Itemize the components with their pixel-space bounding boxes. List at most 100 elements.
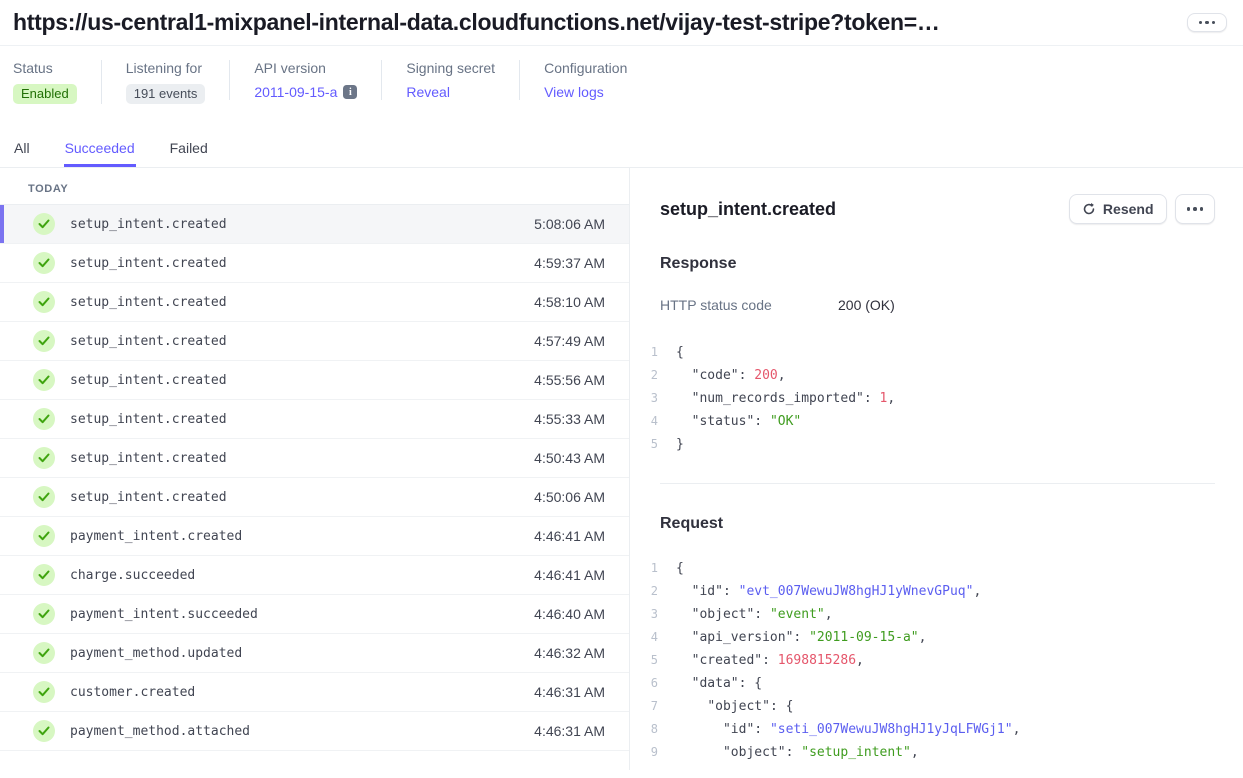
event-type: payment_intent.succeeded: [70, 607, 258, 622]
line-number: 2: [644, 580, 658, 603]
event-type: setup_intent.created: [70, 490, 227, 505]
event-row[interactable]: payment_method.attached4:46:31 AM: [0, 712, 629, 751]
event-time: 4:46:41 AM: [534, 528, 605, 544]
event-row[interactable]: payment_intent.created4:46:41 AM: [0, 517, 629, 556]
event-type: setup_intent.created: [70, 373, 227, 388]
meta-api-version: API version 2011-09-15-a i: [229, 60, 381, 100]
event-type: setup_intent.created: [70, 334, 227, 349]
resend-button-label: Resend: [1103, 201, 1154, 217]
event-row[interactable]: setup_intent.created 4:50:06 AM: [0, 478, 629, 517]
line-number: 2: [644, 364, 658, 387]
line-number: 5: [644, 433, 658, 456]
ellipsis-icon: [1199, 21, 1216, 25]
event-row[interactable]: customer.created4:46:31 AM: [0, 673, 629, 712]
event-time: 4:46:41 AM: [534, 567, 605, 583]
event-row[interactable]: payment_method.updated 4:46:32 AM: [0, 634, 629, 673]
resend-button[interactable]: Resend: [1069, 194, 1167, 224]
success-check-icon: [33, 486, 55, 508]
event-time: 4:50:06 AM: [534, 489, 605, 505]
event-row[interactable]: setup_intent.created 4:55:33 AM: [0, 400, 629, 439]
event-rows: setup_intent.created5:08:06 AMsetup_inte…: [0, 205, 629, 751]
code-line: 9 "object": "setup_intent",: [644, 741, 1215, 764]
success-check-icon: [33, 213, 55, 235]
event-row[interactable]: setup_intent.created4:58:10 AM: [0, 283, 629, 322]
api-version-link[interactable]: 2011-09-15-a: [254, 84, 337, 100]
success-check-icon: [33, 252, 55, 274]
event-group-label: TODAY: [0, 168, 629, 205]
line-number: 4: [644, 410, 658, 433]
event-row[interactable]: payment_intent.succeeded 4:46:40 AM: [0, 595, 629, 634]
line-number: 4: [644, 626, 658, 649]
code-line: 4 "status": "OK": [644, 410, 1215, 433]
header-overflow-button[interactable]: [1187, 13, 1228, 33]
meta-label-listening: Listening for: [126, 60, 206, 76]
success-check-icon: [33, 681, 55, 703]
event-time: 4:57:49 AM: [534, 333, 605, 349]
section-divider: [660, 483, 1215, 484]
info-icon: i: [343, 85, 357, 99]
tab-succeeded[interactable]: Succeeded: [64, 134, 136, 167]
event-type: payment_method.updated: [70, 646, 242, 661]
line-number: 5: [644, 649, 658, 672]
event-time: 4:46:32 AM: [534, 645, 605, 661]
event-time: 4:46:40 AM: [534, 606, 605, 622]
meta-label-status: Status: [13, 60, 77, 76]
line-number: 3: [644, 387, 658, 410]
endpoint-url-title: https://us-central1-mixpanel-internal-da…: [13, 9, 940, 36]
success-check-icon: [33, 720, 55, 742]
reveal-secret-link[interactable]: Reveal: [406, 84, 450, 100]
event-detail-panel: setup_intent.created Resend Response HTT…: [630, 168, 1243, 770]
event-row[interactable]: setup_intent.created4:50:43 AM: [0, 439, 629, 478]
event-time: 4:59:37 AM: [534, 255, 605, 271]
event-type: charge.succeeded: [70, 568, 195, 583]
line-number: 9: [644, 741, 658, 764]
http-status-row: HTTP status code 200 (OK): [660, 297, 1215, 313]
event-detail-title: setup_intent.created: [660, 199, 836, 220]
event-row[interactable]: setup_intent.created4:55:56 AM: [0, 361, 629, 400]
request-heading: Request: [660, 515, 1215, 533]
code-line: 5}: [644, 433, 1215, 456]
resend-icon: [1082, 202, 1096, 216]
meta-label-configuration: Configuration: [544, 60, 627, 76]
tab-failed[interactable]: Failed: [169, 134, 209, 167]
http-status-label: HTTP status code: [660, 297, 838, 313]
tab-all[interactable]: All: [13, 134, 31, 167]
success-check-icon: [33, 564, 55, 586]
success-check-icon: [33, 525, 55, 547]
endpoint-meta-bar: Status Enabled Listening for 191 events …: [0, 46, 1243, 120]
response-code-block: 1{2 "code": 200,3 "num_records_imported"…: [644, 341, 1215, 456]
event-row[interactable]: charge.succeeded 4:46:41 AM: [0, 556, 629, 595]
success-check-icon: [33, 447, 55, 469]
code-line: 1{: [644, 557, 1215, 580]
success-check-icon: [33, 291, 55, 313]
main-content: TODAY setup_intent.created5:08:06 AMsetu…: [0, 168, 1243, 770]
line-number: 6: [644, 672, 658, 695]
event-type: setup_intent.created: [70, 217, 227, 232]
success-check-icon: [33, 642, 55, 664]
event-time: 4:50:43 AM: [534, 450, 605, 466]
meta-status: Status Enabled: [13, 60, 101, 104]
events-count-badge[interactable]: 191 events: [126, 84, 206, 104]
request-code-block: 1{2 "id": "evt_007WewuJW8hgHJ1yWnevGPuq"…: [644, 557, 1215, 764]
view-logs-link[interactable]: View logs: [544, 84, 604, 100]
event-time: 4:55:33 AM: [534, 411, 605, 427]
event-time: 4:58:10 AM: [534, 294, 605, 310]
code-line: 3 "num_records_imported": 1,: [644, 387, 1215, 410]
event-row[interactable]: setup_intent.created4:59:37 AM: [0, 244, 629, 283]
success-check-icon: [33, 369, 55, 391]
line-number: 1: [644, 557, 658, 580]
http-status-value: 200 (OK): [838, 297, 895, 313]
code-line: 7 "object": {: [644, 695, 1215, 718]
line-number: 3: [644, 603, 658, 626]
event-time: 4:46:31 AM: [534, 684, 605, 700]
success-check-icon: [33, 603, 55, 625]
event-row[interactable]: setup_intent.created 4:57:49 AM: [0, 322, 629, 361]
code-line: 5 "created": 1698815286,: [644, 649, 1215, 672]
ellipsis-icon: [1187, 207, 1204, 211]
event-row[interactable]: setup_intent.created5:08:06 AM: [0, 205, 629, 244]
response-heading: Response: [660, 255, 1215, 273]
event-filter-tabs: All Succeeded Failed: [0, 134, 1243, 168]
page-header: https://us-central1-mixpanel-internal-da…: [0, 0, 1243, 46]
detail-overflow-button[interactable]: [1175, 194, 1216, 224]
event-type: setup_intent.created: [70, 412, 227, 427]
